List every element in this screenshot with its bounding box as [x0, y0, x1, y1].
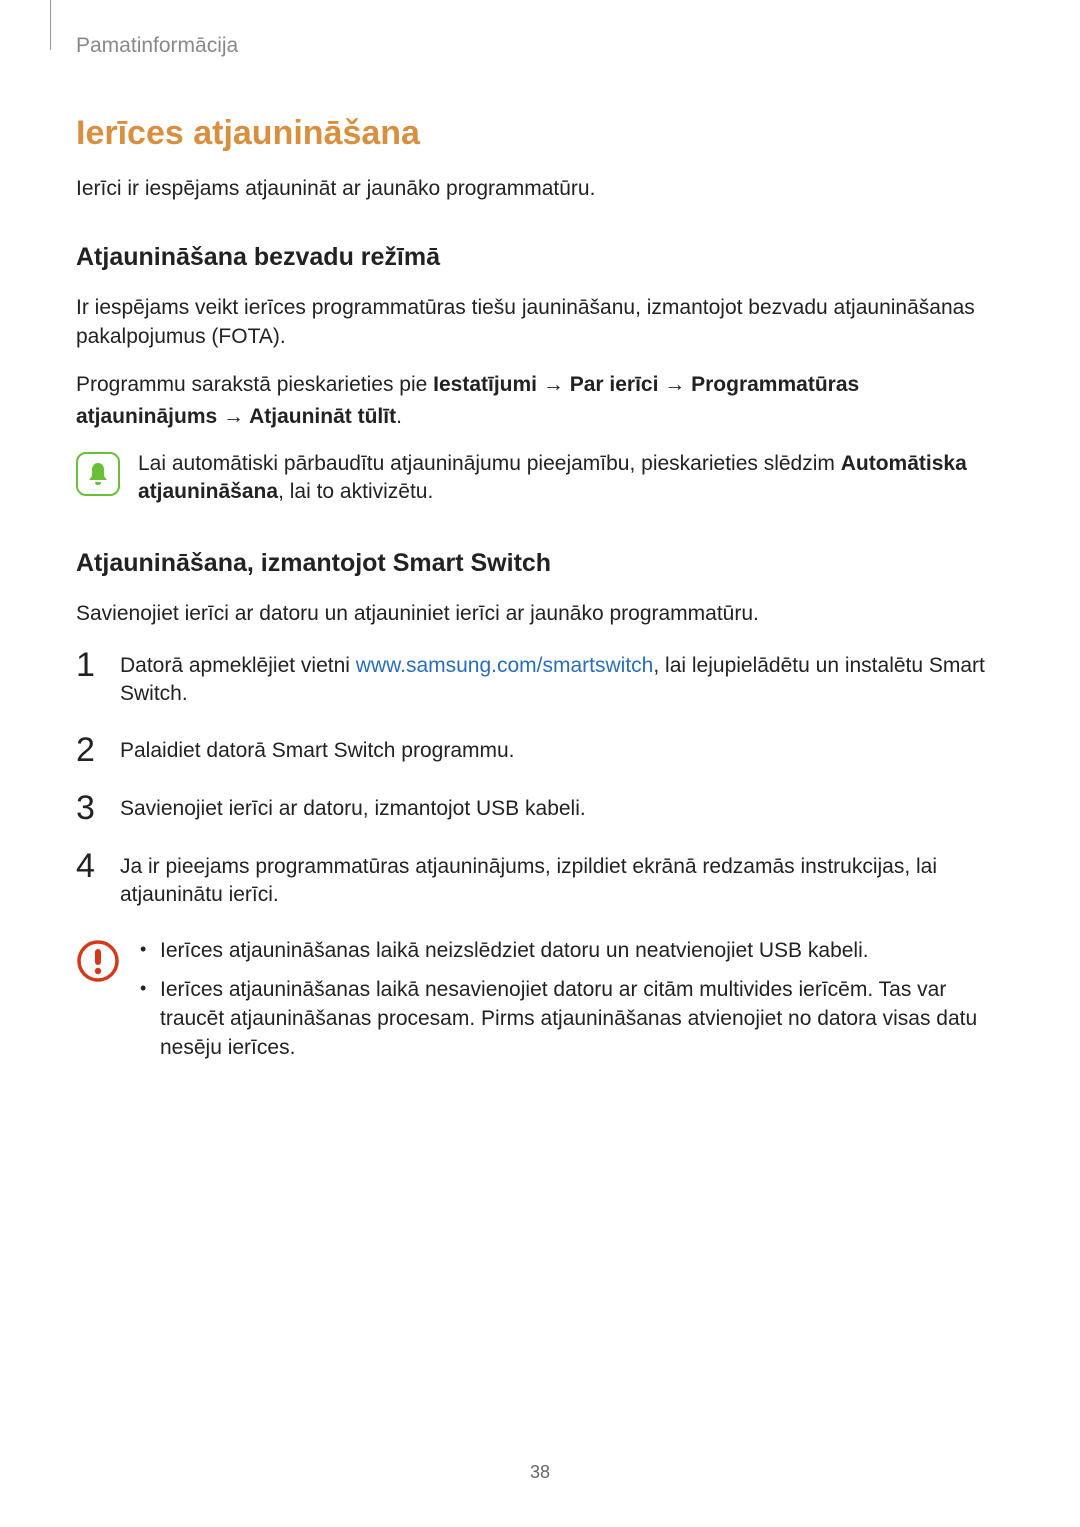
step-number-1: 1 [76, 648, 100, 682]
warning-block: Ierīces atjaunināšanas laikā neizslēdzie… [76, 937, 1004, 1073]
step-number-3: 3 [76, 791, 100, 825]
note-auto-update: Lai automātiski pārbaudītu atjauninājumu… [76, 450, 1004, 507]
warning-item-2: Ierīces atjaunināšanas laikā nesavienoji… [138, 976, 1004, 1063]
nav-step-about: Par ierīci [570, 373, 659, 396]
nav-end: . [396, 405, 402, 428]
intro-paragraph: Ierīci ir iespējams atjaunināt ar jaunāk… [76, 175, 1004, 203]
chapter-header: Pamatinformācija [76, 34, 1004, 58]
step-1-text: Datorā apmeklējiet vietni www.samsung.co… [120, 652, 1004, 709]
step-4-text: Ja ir pieejams programmatūras atjaunināj… [120, 853, 1004, 910]
page-number: 38 [530, 1462, 550, 1483]
steps-list: 1 Datorā apmeklējiet vietni www.samsung.… [76, 652, 1004, 909]
step-2: 2 Palaidiet datorā Smart Switch programm… [76, 737, 1004, 767]
nav-prefix: Programmu sarakstā pieskarieties pie [76, 373, 433, 396]
nav-arrow-1: → [537, 373, 570, 396]
note-text: Lai automātiski pārbaudītu atjauninājumu… [138, 450, 1004, 507]
section2-paragraph-1: Savienojiet ierīci ar datoru un atjaunin… [76, 600, 1004, 628]
nav-step-settings: Iestatījumi [433, 373, 537, 396]
page-crop-mark [50, 0, 51, 50]
step1-pre: Datorā apmeklējiet vietni [120, 654, 356, 677]
page-content: Pamatinformācija Ierīces atjaunināšana I… [0, 0, 1080, 1113]
section-heading-wireless: Atjaunināšana bezvadu režīmā [76, 243, 1004, 272]
section1-paragraph-1: Ir iespējams veikt ierīces programmatūra… [76, 294, 1004, 351]
page-title: Ierīces atjaunināšana [76, 114, 1004, 153]
section-heading-smartswitch: Atjaunināšana, izmantojot Smart Switch [76, 549, 1004, 578]
warning-item-1: Ierīces atjaunināšanas laikā neizslēdzie… [138, 937, 1004, 966]
navigation-path: Programmu sarakstā pieskarieties pie Ies… [76, 369, 1004, 432]
note-pre: Lai automātiski pārbaudītu atjauninājumu… [138, 452, 841, 475]
nav-arrow-3: → [217, 405, 249, 428]
step-2-text: Palaidiet datorā Smart Switch programmu. [120, 737, 515, 765]
note-post: , lai to aktivizētu. [278, 480, 433, 503]
nav-step-update-now: Atjaunināt tūlīt [249, 405, 396, 428]
step-number-4: 4 [76, 849, 100, 883]
nav-arrow-2: → [658, 373, 691, 396]
step-3-text: Savienojiet ierīci ar datoru, izmantojot… [120, 795, 586, 823]
warning-list: Ierīces atjaunināšanas laikā neizslēdzie… [138, 937, 1004, 1073]
step-3: 3 Savienojiet ierīci ar datoru, izmantoj… [76, 795, 1004, 825]
step-number-2: 2 [76, 733, 100, 767]
step-4: 4 Ja ir pieejams programmatūras atjaunin… [76, 853, 1004, 910]
step-1: 1 Datorā apmeklējiet vietni www.samsung.… [76, 652, 1004, 709]
smartswitch-link[interactable]: www.samsung.com/smartswitch [356, 654, 654, 677]
warning-icon [76, 939, 120, 983]
bell-icon [76, 452, 120, 496]
section-smart-switch: Atjaunināšana, izmantojot Smart Switch S… [76, 549, 1004, 1074]
